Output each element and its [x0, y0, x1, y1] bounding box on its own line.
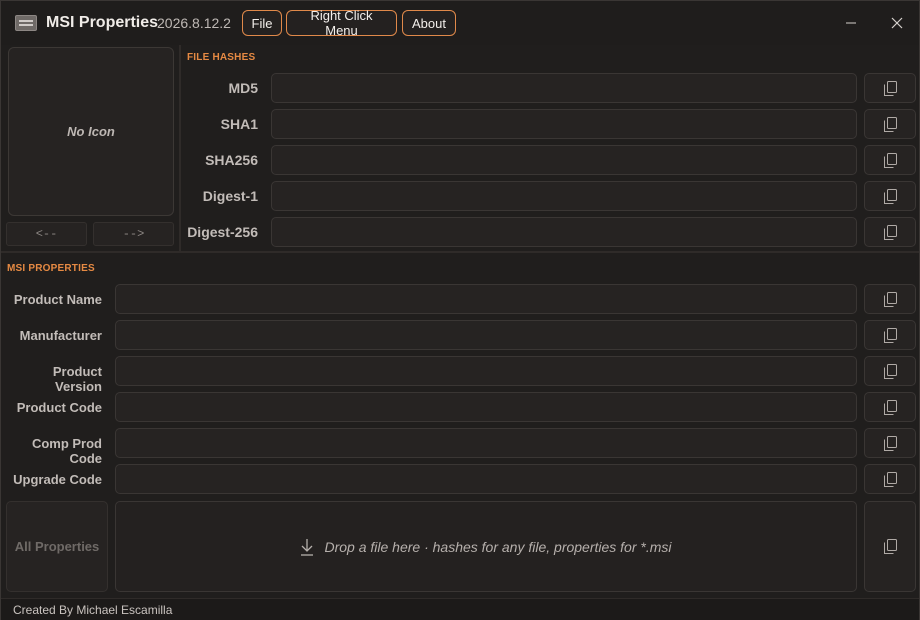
- copy-icon: [883, 291, 897, 307]
- vertical-divider: [179, 45, 181, 251]
- comp-prod-code-label: Comp Prod Code: [31, 436, 102, 466]
- manufacturer-label: Manufacturer: [19, 328, 102, 343]
- sha1-label: SHA1: [220, 116, 258, 132]
- previous-icon-button[interactable]: <--: [6, 222, 87, 246]
- window-icon: [15, 15, 37, 31]
- copy-upgrade-code-button[interactable]: [864, 464, 916, 494]
- copy-digest-1-button[interactable]: [864, 181, 916, 211]
- product-code-label: Product Code: [16, 400, 102, 415]
- copy-icon: [883, 539, 897, 554]
- minimize-button[interactable]: [836, 11, 866, 35]
- right-click-menu-button[interactable]: Right Click Menu: [286, 8, 397, 38]
- icon-preview: No Icon: [8, 47, 174, 216]
- product-name-field[interactable]: [115, 284, 857, 314]
- copy-digest-256-button[interactable]: [864, 217, 916, 247]
- upgrade-code-label: Upgrade Code: [13, 472, 102, 487]
- sha1-field[interactable]: [271, 109, 857, 139]
- copy-md5-button[interactable]: [864, 73, 916, 103]
- no-icon-label: No Icon: [67, 124, 115, 139]
- close-button[interactable]: [882, 11, 912, 35]
- copy-icon: [883, 399, 897, 415]
- comp-prod-code-field[interactable]: [115, 428, 857, 458]
- copy-sha1-button[interactable]: [864, 109, 916, 139]
- copy-product-version-button[interactable]: [864, 356, 916, 386]
- sha256-field[interactable]: [271, 145, 857, 175]
- file-menu-button[interactable]: File: [242, 10, 282, 36]
- digest-1-label: Digest-1: [202, 188, 258, 204]
- copy-product-code-button[interactable]: [864, 392, 916, 422]
- copy-all-properties-button[interactable]: [864, 501, 916, 592]
- copy-icon: [883, 224, 897, 240]
- about-menu-button[interactable]: About: [402, 10, 456, 36]
- minimize-icon: [846, 22, 856, 24]
- manufacturer-field[interactable]: [115, 320, 857, 350]
- product-version-label: Product Version: [52, 364, 102, 394]
- next-icon-button[interactable]: -->: [93, 222, 174, 246]
- sha256-label: SHA256: [205, 152, 258, 168]
- product-code-field[interactable]: [115, 392, 857, 422]
- file-hashes-section-label: FILE HASHES: [187, 52, 256, 63]
- digest-256-label: Digest-256: [187, 224, 258, 240]
- close-icon: [891, 17, 903, 29]
- download-arrow-icon: [301, 538, 314, 556]
- status-bar: Created By Michael Escamilla: [1, 598, 919, 620]
- app-window: MSI Properties 2026.8.12.2 File Right Cl…: [0, 0, 920, 620]
- copy-icon: [883, 327, 897, 343]
- app-version: 2026.8.12.2: [157, 15, 231, 31]
- product-name-label: Product Name: [13, 292, 102, 307]
- all-properties-button[interactable]: All Properties: [6, 501, 108, 592]
- app-title: MSI Properties: [46, 14, 159, 31]
- copy-manufacturer-button[interactable]: [864, 320, 916, 350]
- drop-hint: Drop a file here · hashes for any file, …: [324, 538, 672, 555]
- md5-field[interactable]: [271, 73, 857, 103]
- copy-icon: [883, 80, 897, 96]
- status-text: Created By Michael Escamilla: [13, 603, 173, 617]
- upgrade-code-field[interactable]: [115, 464, 857, 494]
- copy-sha256-button[interactable]: [864, 145, 916, 175]
- msi-properties-section-label: MSI PROPERTIES: [7, 263, 95, 274]
- horizontal-divider: [1, 251, 919, 253]
- title-bar: MSI Properties 2026.8.12.2 File Right Cl…: [1, 1, 919, 45]
- copy-icon: [883, 435, 897, 451]
- copy-product-name-button[interactable]: [864, 284, 916, 314]
- copy-comp-prod-code-button[interactable]: [864, 428, 916, 458]
- md5-label: MD5: [228, 80, 258, 96]
- product-version-field[interactable]: [115, 356, 857, 386]
- copy-icon: [883, 152, 897, 168]
- copy-icon: [883, 363, 897, 379]
- copy-icon: [883, 188, 897, 204]
- digest-256-field[interactable]: [271, 217, 857, 247]
- copy-icon: [883, 116, 897, 132]
- file-drop-area[interactable]: Drop a file here · hashes for any file, …: [115, 501, 857, 592]
- digest-1-field[interactable]: [271, 181, 857, 211]
- copy-icon: [883, 471, 897, 487]
